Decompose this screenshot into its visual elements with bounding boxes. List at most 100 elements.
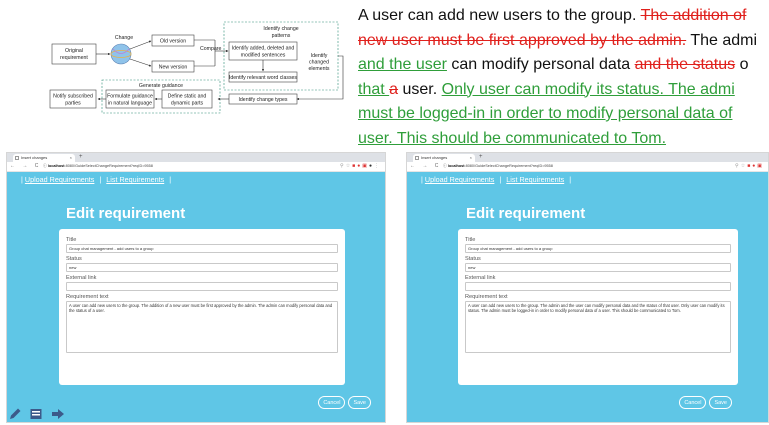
new-tab-button[interactable]: + [479,153,483,162]
annotation-line: must be logged-in in order to modify per… [358,102,769,127]
navigation-icons[interactable]: ← → C [10,162,41,171]
annotation-line: user. This should be communicated to Tom… [358,127,769,150]
form-actions: Cancel Save [315,391,371,409]
form-actions: Cancel Save [676,391,732,409]
requirement-text-label: Requirement text [66,294,109,300]
address-bar: ← → C ⓘ localhost:8080/GuideSelectChange… [407,162,768,172]
page-icon [415,156,419,160]
layout-icon[interactable] [29,407,43,421]
app-nav: | Upload Requirements | List Requirement… [21,175,174,184]
deleted-text: The addition of [640,7,747,24]
unchanged-text: The admi [686,31,758,49]
close-tab-icon[interactable]: × [470,154,472,162]
identify-changed-label-1: Identify [311,53,328,59]
external-link-field[interactable] [66,282,338,291]
title-field[interactable]: Group chat management - add users to a g… [66,244,338,253]
change-label: Change [115,35,133,41]
nav-upload-requirements[interactable]: Upload Requirements [25,175,95,184]
deleted-text: new user must be first approved by the a… [358,31,687,49]
address-bar: ← → C ⓘ localhost:8080/GuideSelectChange… [7,162,385,172]
nav-separator: | [99,175,102,184]
status-field[interactable]: new [66,263,338,272]
status-label: Status [465,256,481,262]
nav-separator: | [169,175,172,184]
external-link-label: External link [465,275,496,281]
annotation-line: that a user. Only user can modify its st… [358,78,769,103]
browser-tab[interactable]: Insert changes × [13,154,75,162]
added-text: user. This should be communicated to Tom… [358,129,667,147]
external-link-field[interactable] [465,282,731,291]
annotation-line: and the user can modify personal data an… [358,53,769,78]
added-text: and the user [358,56,447,73]
process-diagram: Original requirement Change Old version … [0,0,345,150]
node-original-label-2: requirement [60,55,88,61]
node-define-label-2: dynamic parts [171,101,204,107]
nav-separator: | [499,175,502,184]
change-sphere-icon [110,43,132,65]
nav-upload-requirements[interactable]: Upload Requirements [425,175,495,184]
menu-icon[interactable]: ⋮ [374,163,381,169]
node-original-requirement [51,43,97,65]
external-link-label: External link [66,275,97,281]
node-identify-types-label: Identify change types [238,97,287,103]
annotation-line: A user can add new users to the group. T… [358,4,769,29]
process-diagram-svg: Original requirement Change Old version … [49,21,344,114]
save-button[interactable]: Save [709,396,732,409]
node-new-version-label: New version [159,65,188,71]
status-field[interactable]: new [465,263,731,272]
node-identify-sentences-label-2: modified sentences [241,53,286,59]
edit-form: Title Group chat management - add users … [59,229,345,385]
extension-grid-icon[interactable]: ▣ [757,163,764,169]
arrow-right-icon[interactable] [51,407,65,421]
node-identify-words-label: Identify relevant word classes [229,75,297,81]
group-generate-guidance-label: Generate guidance [139,83,183,89]
nav-list-requirements[interactable]: List Requirements [506,175,564,184]
node-identify-sentences-label-1: Identify added, deleted and [232,46,295,52]
navigation-icons[interactable]: ← → C [410,162,441,171]
browser-tab-title: Insert changes [21,155,48,160]
status-label: Status [66,256,82,262]
close-tab-icon[interactable]: × [70,154,72,162]
browser-tab-strip: Insert changes × + [407,153,768,162]
title-label: Title [66,237,77,243]
url-text[interactable]: ⓘ localhost:8080/GuideSelectChangeRequir… [443,162,553,171]
group-identify-patterns-label-2: patterns [272,33,291,39]
extension-icons: ⚲☆■●▣ [735,162,764,171]
nav-separator: | [21,175,23,184]
pencil-icon[interactable] [8,407,22,421]
page-title: Edit requirement [66,205,186,222]
screenshot-after: Insert changes × + ← → C ⓘ localhost:808… [406,152,769,423]
identify-changed-label-3: elements [308,66,329,72]
edit-form: Title Group chat management - add users … [458,229,738,385]
node-define-label-1: Define static and [168,94,207,100]
annotation-line: new user must be first approved by the a… [358,29,769,54]
url-path: :8080/GuideSelectChangeRequirement?reqID… [64,164,153,168]
cancel-button[interactable]: Cancel [679,396,707,409]
url-text[interactable]: ⓘ localhost:8080/GuideSelectChangeRequir… [43,162,153,171]
presentation-toolbar [8,407,68,423]
node-original-label-1: Original [65,48,83,54]
node-notify-label-2: parties [65,101,81,107]
cancel-button[interactable]: Cancel [318,396,346,409]
save-button[interactable]: Save [348,396,371,409]
node-formulate-label-1: Formulate guidance [107,94,153,100]
new-tab-button[interactable]: + [79,153,83,162]
title-field[interactable]: Group chat management - add users to a g… [465,244,731,253]
requirement-text-area[interactable]: A user can add new users to the group. T… [66,301,338,353]
url-path: :8080/GuideSelectChangeRequirement?reqID… [464,164,553,168]
added-text: must be logged-in in order to modify per… [358,105,733,122]
browser-tab[interactable]: Insert changes × [413,154,475,162]
identify-changed-label-2: changed [309,60,329,66]
node-formulate-label-2: in natural language [108,101,152,107]
browser-tab-strip: Insert changes × + [7,153,385,162]
unchanged-text: o [735,56,749,73]
unchanged-text: A user can add new users to the group. [358,7,641,24]
node-old-version-label: Old version [160,39,186,45]
page-title: Edit requirement [466,205,586,222]
compare-label: Compare [200,46,221,52]
added-text: that [358,80,390,98]
requirement-text-area[interactable]: A user can add new users to the group. T… [465,301,731,353]
extension-grid-icon[interactable]: ▣ [362,163,369,169]
unchanged-text: user. [398,80,442,98]
nav-list-requirements[interactable]: List Requirements [106,175,164,184]
